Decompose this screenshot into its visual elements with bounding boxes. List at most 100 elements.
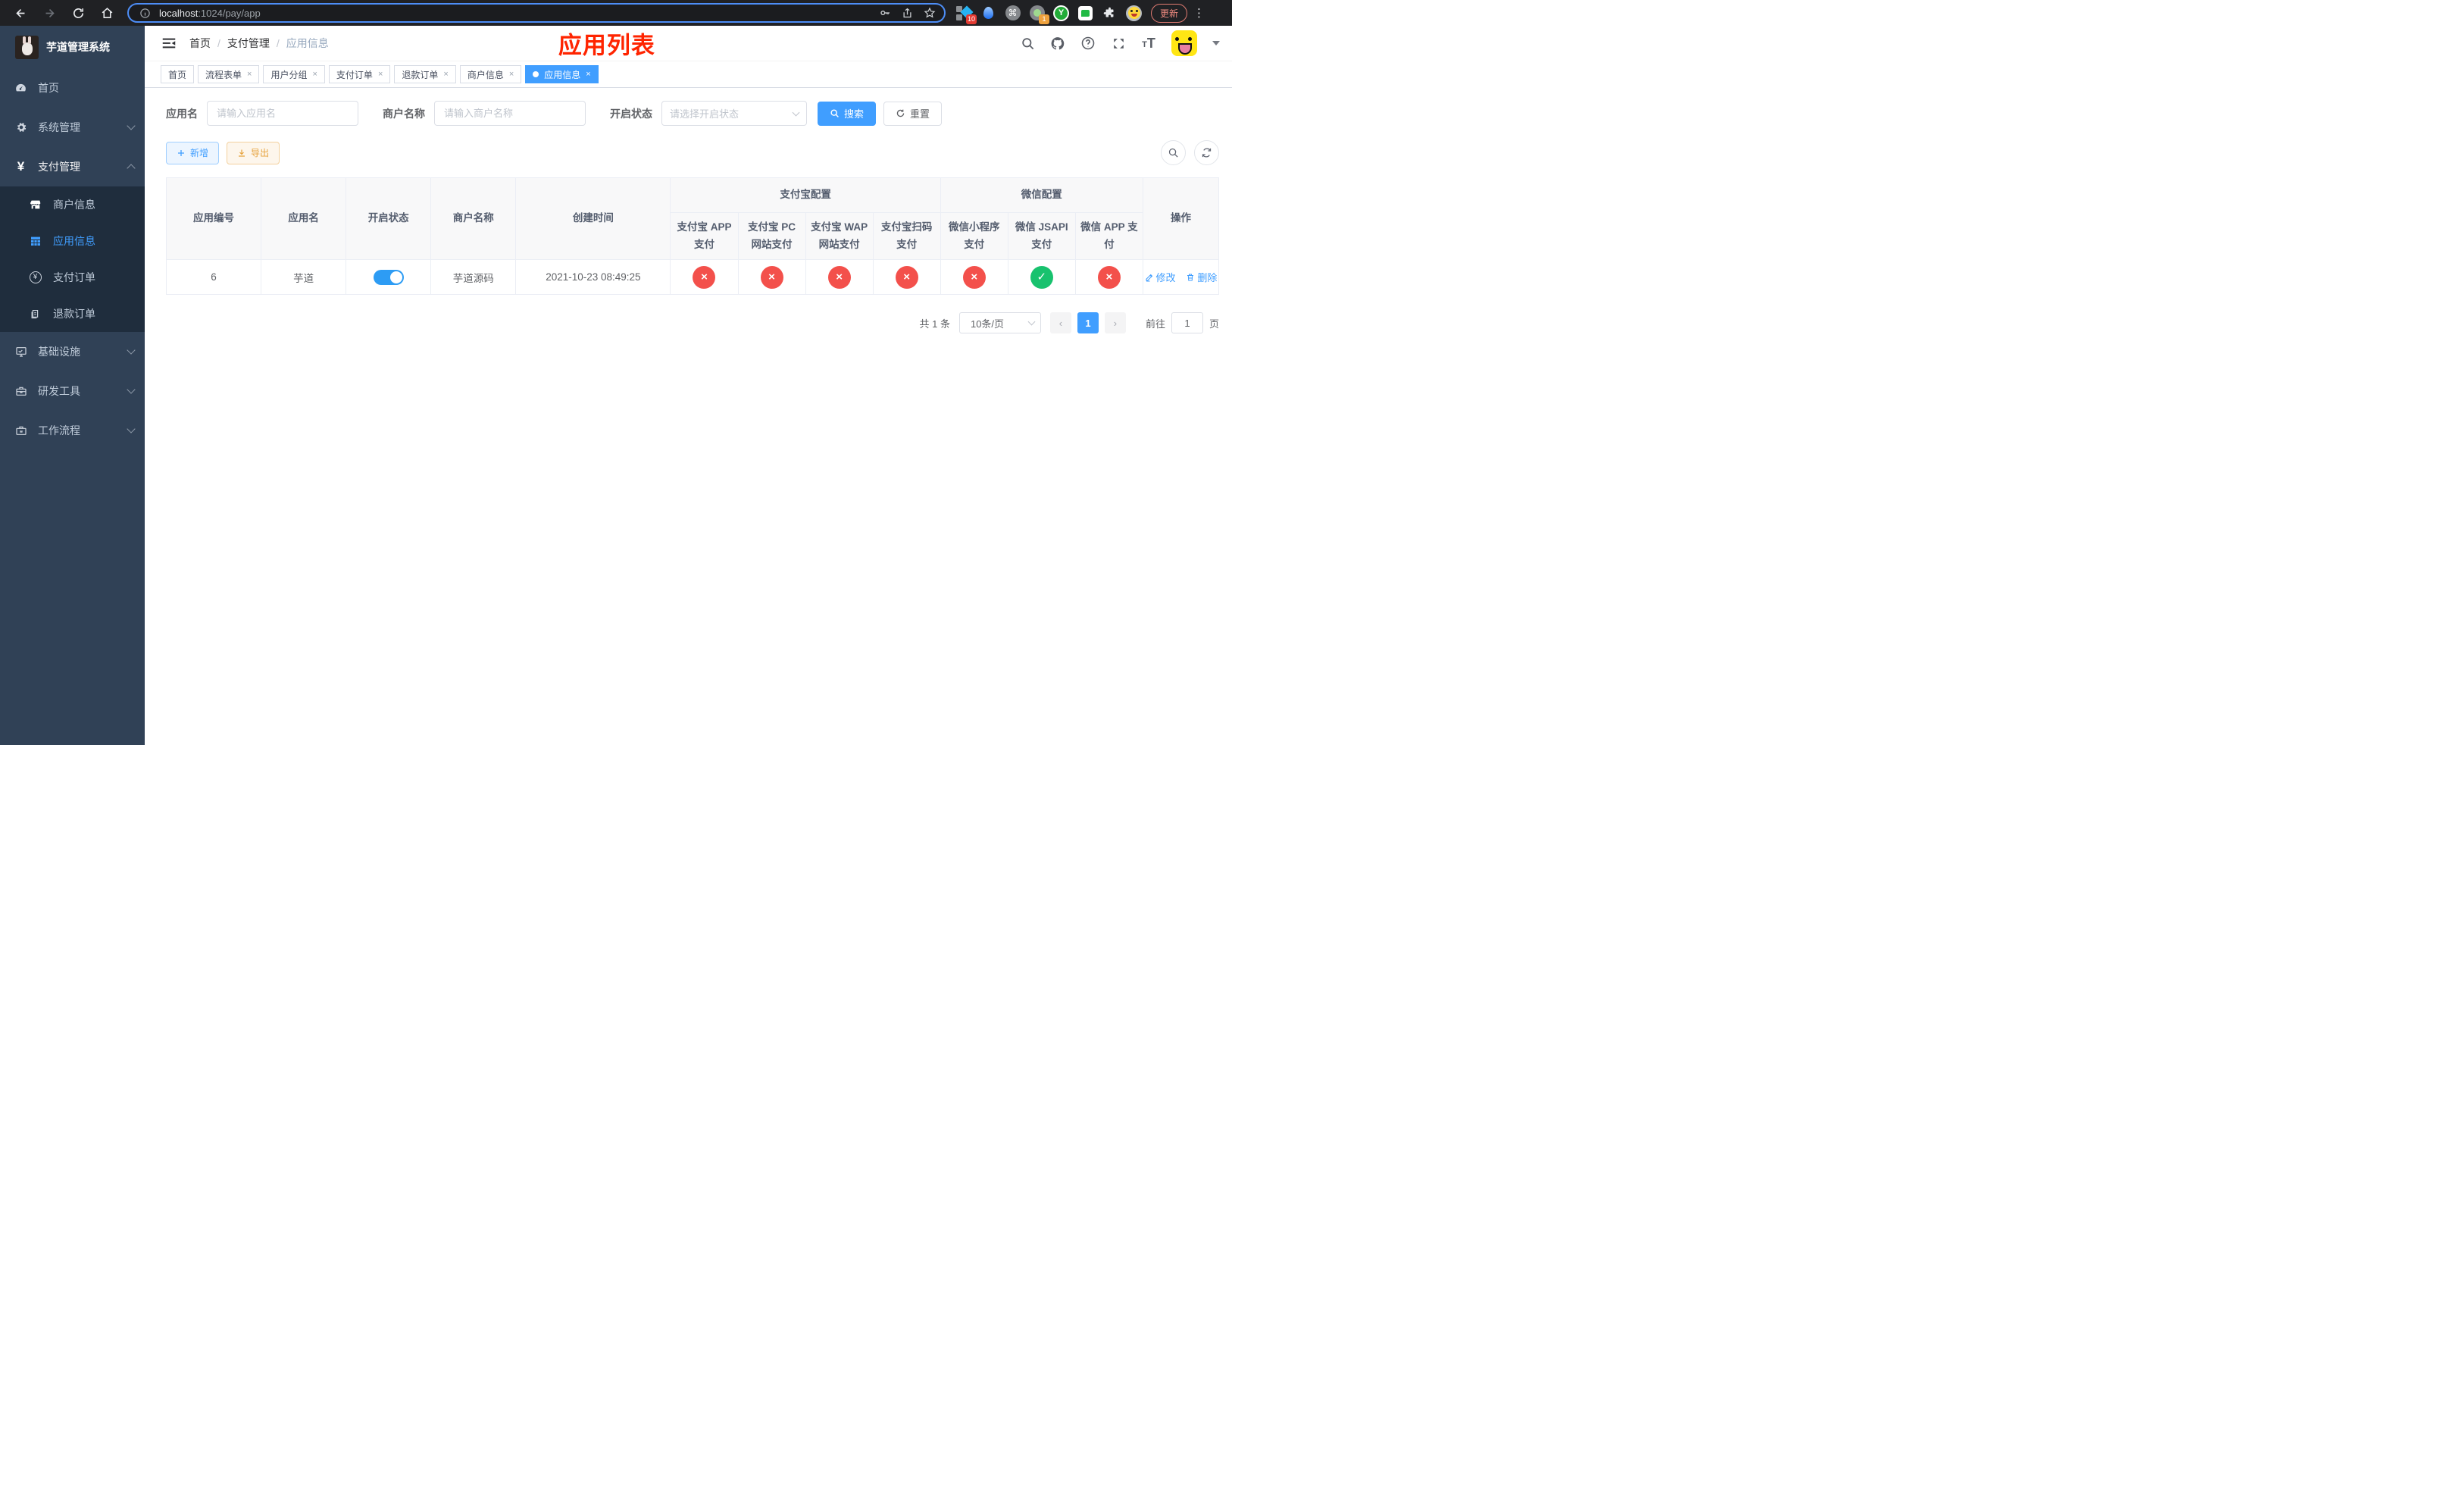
browser-reload-icon[interactable] — [68, 3, 88, 23]
status-select[interactable]: 请选择开启状态 — [661, 101, 807, 126]
app-name-input[interactable] — [207, 101, 358, 126]
chevron-down-icon — [127, 346, 136, 355]
edit-link[interactable]: 修改 — [1145, 270, 1176, 284]
sidebar-item-label: 商户信息 — [53, 199, 95, 211]
sidebar-item-label: 基础设施 — [38, 346, 80, 358]
tab-user-group[interactable]: 用户分组 × — [263, 65, 325, 83]
font-size-icon[interactable]: TT — [1141, 36, 1156, 51]
app-logo[interactable]: 芋道管理系统 — [0, 26, 145, 68]
sidebar-item-label: 工作流程 — [38, 424, 80, 437]
site-info-icon[interactable] — [137, 5, 152, 20]
close-icon[interactable]: × — [378, 70, 383, 79]
sidebar-item-refund-order[interactable]: 退款订单 — [0, 296, 145, 332]
tab-process-form[interactable]: 流程表单 × — [198, 65, 260, 83]
breadcrumb-home[interactable]: 首页 — [189, 36, 211, 51]
extension-command-icon[interactable]: ⌘ — [1005, 5, 1021, 21]
tab-pay-order[interactable]: 支付订单 × — [328, 65, 391, 83]
sidebar-item-infrastructure[interactable]: 基础设施 — [0, 332, 145, 371]
sidebar-item-app-info[interactable]: 应用信息 — [0, 223, 145, 259]
sidebar-item-home[interactable]: 首页 — [0, 68, 145, 108]
sidebar-item-payment[interactable]: ¥ 支付管理 — [0, 147, 145, 186]
tab-home[interactable]: 首页 — [161, 65, 195, 83]
fullscreen-icon[interactable] — [1111, 36, 1126, 51]
col-alipay-wap: 支付宝 WAP 网站支付 — [805, 212, 874, 260]
merchant-name-label: 商户名称 — [383, 107, 425, 120]
sidebar-item-pay-order[interactable]: ¥ 支付订单 — [0, 259, 145, 296]
extension-badge: 1 — [1039, 14, 1049, 24]
browser-menu-icon[interactable]: ⋮ — [1193, 6, 1205, 20]
col-alipay-pc: 支付宝 PC 网站支付 — [737, 212, 806, 260]
extension-record-icon[interactable]: 1 — [1029, 5, 1049, 24]
sidebar-item-workflow[interactable]: 工作流程 — [0, 411, 145, 450]
current-page[interactable]: 1 — [1077, 312, 1099, 333]
alipay-app-status-icon: × — [693, 265, 716, 289]
close-icon[interactable]: × — [312, 70, 317, 79]
next-page-button[interactable]: › — [1104, 312, 1126, 333]
delete-link[interactable]: 删除 — [1186, 270, 1217, 284]
logo-rabbit-image — [15, 35, 39, 59]
browser-forward-icon[interactable] — [39, 3, 59, 23]
sidebar-collapse-icon[interactable] — [161, 35, 177, 52]
extension-balloon-icon[interactable] — [980, 5, 996, 21]
bookmark-star-icon[interactable] — [924, 7, 936, 19]
chevron-down-icon — [127, 121, 136, 130]
browser-home-icon[interactable] — [97, 3, 117, 23]
prev-page-button[interactable]: ‹ — [1049, 312, 1071, 333]
breadcrumb-payment[interactable]: 支付管理 — [227, 36, 270, 51]
tags-view: 首页 流程表单 × 用户分组 × 支付订单 × 退款订单 × 商户信息 × 应用信息 × — [145, 61, 1232, 88]
avatar-caret-icon[interactable] — [1212, 41, 1220, 45]
user-avatar[interactable] — [1171, 30, 1197, 56]
close-icon[interactable]: × — [247, 70, 252, 79]
browser-back-icon[interactable] — [11, 3, 30, 23]
page-size-select[interactable]: 10条/页 — [958, 312, 1041, 333]
close-icon[interactable]: × — [586, 70, 590, 79]
page-unit: 页 — [1209, 318, 1219, 330]
sidebar-item-label: 应用信息 — [53, 235, 95, 247]
export-button[interactable]: 导出 — [227, 141, 280, 164]
tab-merchant-info[interactable]: 商户信息 × — [459, 65, 522, 83]
merchant-name-input[interactable] — [434, 101, 586, 126]
address-bar[interactable]: localhost:1024/pay/app — [127, 3, 946, 23]
help-icon[interactable] — [1080, 36, 1096, 51]
extension-diamond-icon[interactable]: 10 — [956, 5, 977, 24]
wx-app-status-icon: × — [1097, 265, 1121, 289]
wx-mini-status-icon: × — [962, 265, 986, 289]
status-toggle[interactable] — [373, 269, 404, 285]
sidebar-item-merchant-info[interactable]: 商户信息 — [0, 186, 145, 223]
table-toolbar: 新增 导出 — [166, 140, 1219, 165]
password-key-icon[interactable] — [879, 7, 891, 19]
search-icon[interactable] — [1020, 36, 1035, 51]
share-icon[interactable] — [902, 8, 913, 19]
add-button[interactable]: 新增 — [166, 141, 220, 164]
refund-doc-icon — [29, 308, 42, 321]
extension-chat-icon[interactable] — [1077, 5, 1093, 21]
close-icon[interactable]: × — [443, 70, 448, 79]
app-table: 应用编号 应用名 开启状态 商户名称 创建时间 支付宝配置 微信配置 操作 支付… — [165, 177, 1220, 295]
tab-app-info[interactable]: 应用信息 × — [525, 65, 599, 83]
app-name-label: 应用名 — [166, 107, 198, 120]
github-icon[interactable] — [1050, 36, 1065, 51]
cell-created: 2021-10-23 08:49:25 — [515, 259, 671, 295]
monitor-icon — [14, 346, 27, 358]
extension-y-icon[interactable]: Y — [1053, 5, 1069, 21]
sidebar-item-system[interactable]: 系统管理 — [0, 108, 145, 147]
top-navbar: 首页 / 支付管理 / 应用信息 应用列表 T T — [145, 26, 1232, 61]
sidebar-item-label: 退款订单 — [53, 308, 95, 320]
chevron-up-icon — [127, 164, 136, 173]
goto-page-input[interactable] — [1171, 312, 1203, 333]
chrome-update-button[interactable]: 更新 — [1151, 3, 1188, 23]
close-icon[interactable]: × — [509, 70, 514, 79]
refresh-button[interactable] — [1194, 140, 1219, 165]
chevron-down-icon — [127, 385, 136, 394]
col-group-wechat: 微信配置 — [940, 177, 1143, 213]
search-button[interactable]: 搜索 — [818, 101, 877, 126]
page-content: 应用名 商户名称 开启状态 请选择开启状态 搜索 重置 — [145, 88, 1232, 745]
sidebar-item-label: 系统管理 — [38, 121, 80, 133]
toggle-search-button[interactable] — [1161, 140, 1186, 165]
extensions-puzzle-icon[interactable] — [1102, 5, 1118, 21]
tab-refund-order[interactable]: 退款订单 × — [394, 65, 456, 83]
reset-button[interactable]: 重置 — [883, 101, 943, 126]
sidebar-item-devtools[interactable]: 研发工具 — [0, 371, 145, 411]
profile-emoji-icon[interactable] — [1126, 5, 1142, 21]
sidebar-item-label: 支付订单 — [53, 271, 95, 283]
